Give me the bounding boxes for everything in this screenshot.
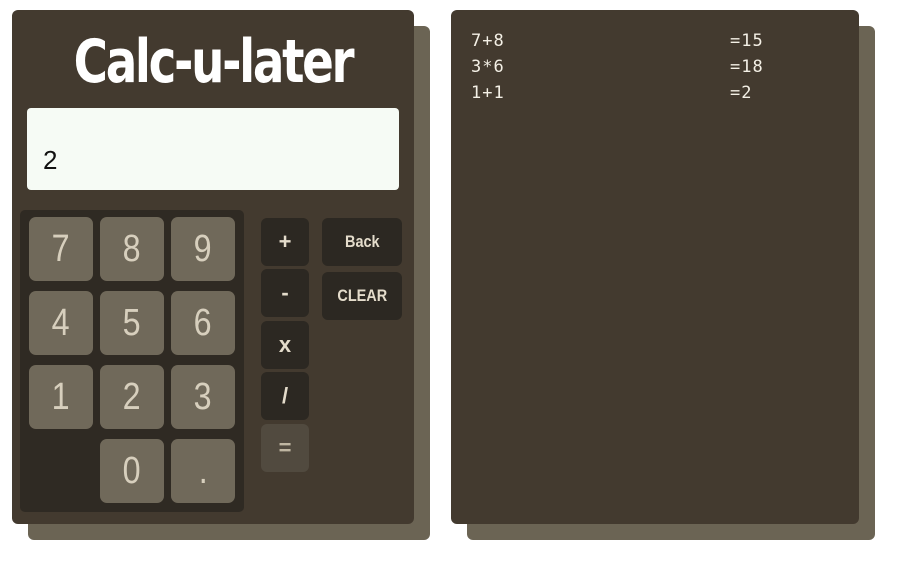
history-entry: 3*6 =18 bbox=[471, 54, 851, 80]
calculator-display: 2 bbox=[27, 108, 399, 190]
divide-button[interactable]: / bbox=[261, 372, 309, 420]
key-6[interactable]: 6 bbox=[171, 291, 235, 355]
key-9[interactable]: 9 bbox=[171, 217, 235, 281]
key-8[interactable]: 8 bbox=[100, 217, 164, 281]
app-title: Calc-u-later bbox=[73, 27, 355, 97]
history-result: =15 bbox=[730, 31, 764, 51]
key-1[interactable]: 1 bbox=[29, 365, 93, 429]
history-entry: 7+8 =15 bbox=[471, 28, 851, 54]
history-expression: 1+1 bbox=[471, 83, 505, 103]
key-decimal[interactable]: . bbox=[171, 439, 235, 503]
history-panel: 7+8 =15 3*6 =18 1+1 =2 bbox=[451, 10, 859, 524]
key-0[interactable]: 0 bbox=[100, 439, 164, 503]
key-5[interactable]: 5 bbox=[100, 291, 164, 355]
calculator-panel: Calc-u-later 2 7 8 9 4 5 6 1 2 3 0 . + -… bbox=[12, 10, 414, 524]
history-result: =18 bbox=[730, 57, 764, 77]
clear-button[interactable]: CLEAR bbox=[322, 272, 402, 320]
history-entry: 1+1 =2 bbox=[471, 80, 851, 106]
history-expression: 7+8 bbox=[471, 31, 505, 51]
display-value: 2 bbox=[43, 145, 58, 175]
number-pad: 7 8 9 4 5 6 1 2 3 0 . bbox=[20, 210, 244, 512]
key-3[interactable]: 3 bbox=[171, 365, 235, 429]
back-button[interactable]: Back bbox=[322, 218, 402, 266]
key-2[interactable]: 2 bbox=[100, 365, 164, 429]
history-result: =2 bbox=[730, 83, 753, 103]
subtract-button[interactable]: - bbox=[261, 269, 309, 317]
equals-button[interactable]: = bbox=[261, 424, 309, 472]
key-7[interactable]: 7 bbox=[29, 217, 93, 281]
multiply-button[interactable]: x bbox=[261, 321, 309, 369]
key-4[interactable]: 4 bbox=[29, 291, 93, 355]
history-expression: 3*6 bbox=[471, 57, 505, 77]
add-button[interactable]: + bbox=[261, 218, 309, 266]
history-list: 7+8 =15 3*6 =18 1+1 =2 bbox=[471, 28, 851, 106]
